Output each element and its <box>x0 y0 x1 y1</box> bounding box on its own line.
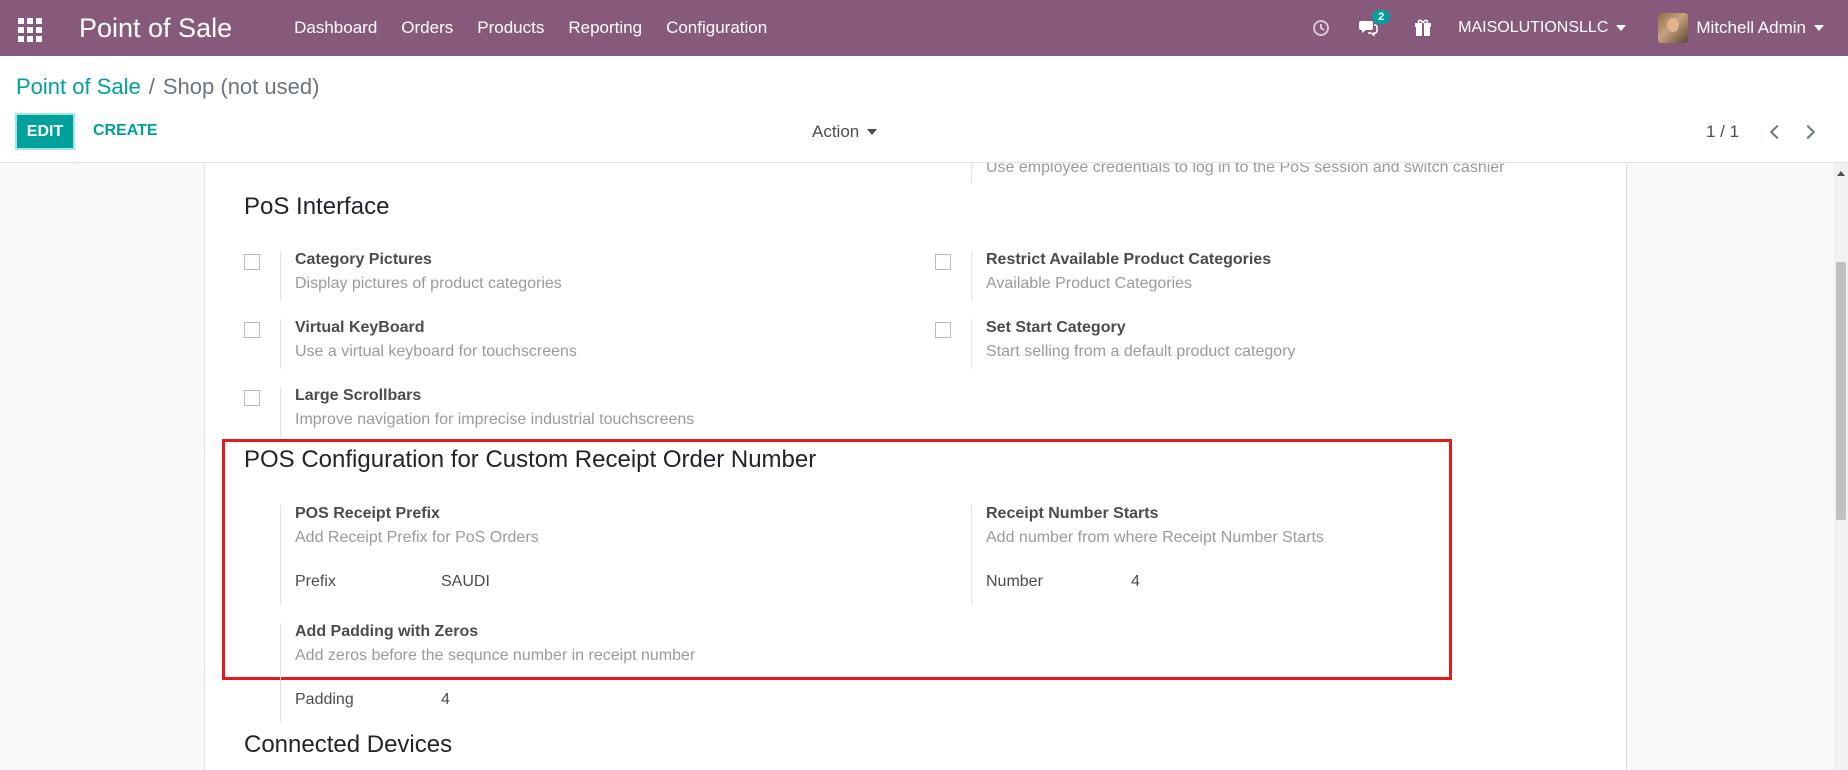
company-switcher[interactable]: MAISOLUTIONSLLC <box>1458 19 1627 37</box>
avatar <box>1658 13 1689 43</box>
restrict-categories-checkbox[interactable] <box>935 254 951 270</box>
setting-description: Improve navigation for imprecise industr… <box>295 411 695 428</box>
setting-divider <box>280 251 281 301</box>
setting-label: POS Receipt Prefix <box>295 505 440 522</box>
setting-description: Use employee credentials to log in to th… <box>986 163 1505 176</box>
edit-button[interactable]: EDIT <box>15 113 75 150</box>
pager-previous-button[interactable] <box>1764 120 1786 144</box>
employee-login-setting: Use employee credentials to log in to th… <box>971 163 1571 183</box>
setting-divider <box>971 319 972 369</box>
setting-divider <box>971 163 972 183</box>
setting-divider <box>280 319 281 369</box>
setting-label: Set Start Category <box>986 319 1126 336</box>
scrollbar-thumb[interactable] <box>1836 262 1846 520</box>
setting-description: Available Product Categories <box>986 275 1193 292</box>
page-scrollbar[interactable] <box>1834 163 1848 770</box>
menu-dashboard[interactable]: Dashboard <box>282 18 389 38</box>
prefix-field-value: SAUDI <box>441 573 490 590</box>
setting-receipt-number-start: Receipt Number Starts Add number from wh… <box>935 505 1535 605</box>
chevron-right-icon <box>1800 124 1816 140</box>
setting-category-pictures: Category Pictures Display pictures of pr… <box>244 251 844 301</box>
section-title-connected-devices: Connected Devices <box>244 731 453 758</box>
padding-field-label: Padding <box>295 691 354 708</box>
menu-orders[interactable]: Orders <box>389 18 465 38</box>
gift-icon[interactable] <box>1414 19 1432 37</box>
control-panel: Point of Sale / Shop (not used) EDIT CRE… <box>0 56 1848 163</box>
setting-description: Add number from where Receipt Number Sta… <box>986 529 1324 546</box>
setting-description: Display pictures of product categories <box>295 275 562 292</box>
setting-label: Virtual KeyBoard <box>295 319 425 336</box>
form-content: Use employee credentials to log in to th… <box>0 163 1848 770</box>
top-navbar: Point of Sale Dashboard Orders Products … <box>0 0 1848 56</box>
chevron-down-icon <box>1814 25 1824 31</box>
menu-products[interactable]: Products <box>465 18 556 38</box>
setting-divider <box>971 251 972 301</box>
chevron-down-icon <box>1616 25 1627 31</box>
breadcrumb-current: Shop (not used) <box>162 74 320 99</box>
systray: 2 MAISOLUTIONSLLC Mitchell Admin <box>1298 0 1848 56</box>
large-scrollbars-checkbox[interactable] <box>244 390 260 406</box>
setting-label: Receipt Number Starts <box>986 505 1159 522</box>
setting-divider <box>280 623 281 723</box>
message-count-badge: 2 <box>1372 10 1391 24</box>
action-dropdown[interactable]: Action <box>812 122 878 142</box>
chevron-left-icon <box>1769 124 1785 140</box>
pager-value[interactable]: 1 / 1 <box>1706 122 1739 142</box>
menu-reporting[interactable]: Reporting <box>556 18 654 38</box>
action-label: Action <box>812 122 860 141</box>
category-pictures-checkbox[interactable] <box>244 254 260 270</box>
breadcrumb: Point of Sale / Shop (not used) <box>16 74 319 100</box>
chevron-down-icon <box>867 129 878 135</box>
company-name: MAISOLUTIONSLLC <box>1458 19 1609 36</box>
setting-divider <box>280 505 281 605</box>
activity-clock-icon[interactable] <box>1312 19 1330 37</box>
setting-virtual-keyboard: Virtual KeyBoard Use a virtual keyboard … <box>244 319 844 369</box>
setting-receipt-prefix: POS Receipt Prefix Add Receipt Prefix fo… <box>244 505 844 605</box>
setting-padding-zeros: Add Padding with Zeros Add zeros before … <box>244 623 844 723</box>
number-field-label: Number <box>986 573 1043 590</box>
setting-label: Restrict Available Product Categories <box>986 251 1272 268</box>
setting-divider <box>280 387 281 437</box>
pager-next-button[interactable] <box>1799 120 1821 144</box>
setting-large-scrollbars: Large Scrollbars Improve navigation for … <box>244 387 844 437</box>
app-title[interactable]: Point of Sale <box>79 13 232 44</box>
setting-label: Add Padding with Zeros <box>295 623 479 640</box>
create-button[interactable]: CREATE <box>93 122 158 140</box>
setting-restrict-categories: Restrict Available Product Categories Av… <box>935 251 1535 301</box>
user-menu[interactable]: Mitchell Admin <box>1658 13 1824 43</box>
start-category-checkbox[interactable] <box>935 322 951 338</box>
setting-divider <box>971 505 972 605</box>
section-title-receipt-config: POS Configuration for Custom Receipt Ord… <box>244 446 817 473</box>
setting-label: Large Scrollbars <box>295 387 422 404</box>
padding-field-value: 4 <box>441 691 450 708</box>
setting-description: Start selling from a default product cat… <box>986 343 1296 360</box>
scroll-up-arrow-icon[interactable] <box>1837 171 1845 176</box>
main-menu: Dashboard Orders Products Reporting Conf… <box>282 18 779 38</box>
setting-description: Add zeros before the sequnce number in r… <box>295 647 696 664</box>
messaging-icon[interactable]: 2 <box>1358 10 1391 37</box>
setting-label: Category Pictures <box>295 251 432 268</box>
user-name: Mitchell Admin <box>1696 18 1806 37</box>
menu-configuration[interactable]: Configuration <box>654 18 779 38</box>
setting-description: Use a virtual keyboard for touchscreens <box>295 343 577 360</box>
breadcrumb-parent[interactable]: Point of Sale <box>16 74 141 100</box>
apps-menu-icon[interactable] <box>15 15 42 42</box>
number-field-value: 4 <box>1131 573 1140 590</box>
setting-start-category: Set Start Category Start selling from a … <box>935 319 1535 369</box>
virtual-keyboard-checkbox[interactable] <box>244 322 260 338</box>
breadcrumb-separator: / <box>148 74 155 99</box>
section-title-pos-interface: PoS Interface <box>244 193 390 220</box>
setting-description: Add Receipt Prefix for PoS Orders <box>295 529 539 546</box>
prefix-field-label: Prefix <box>295 573 336 590</box>
